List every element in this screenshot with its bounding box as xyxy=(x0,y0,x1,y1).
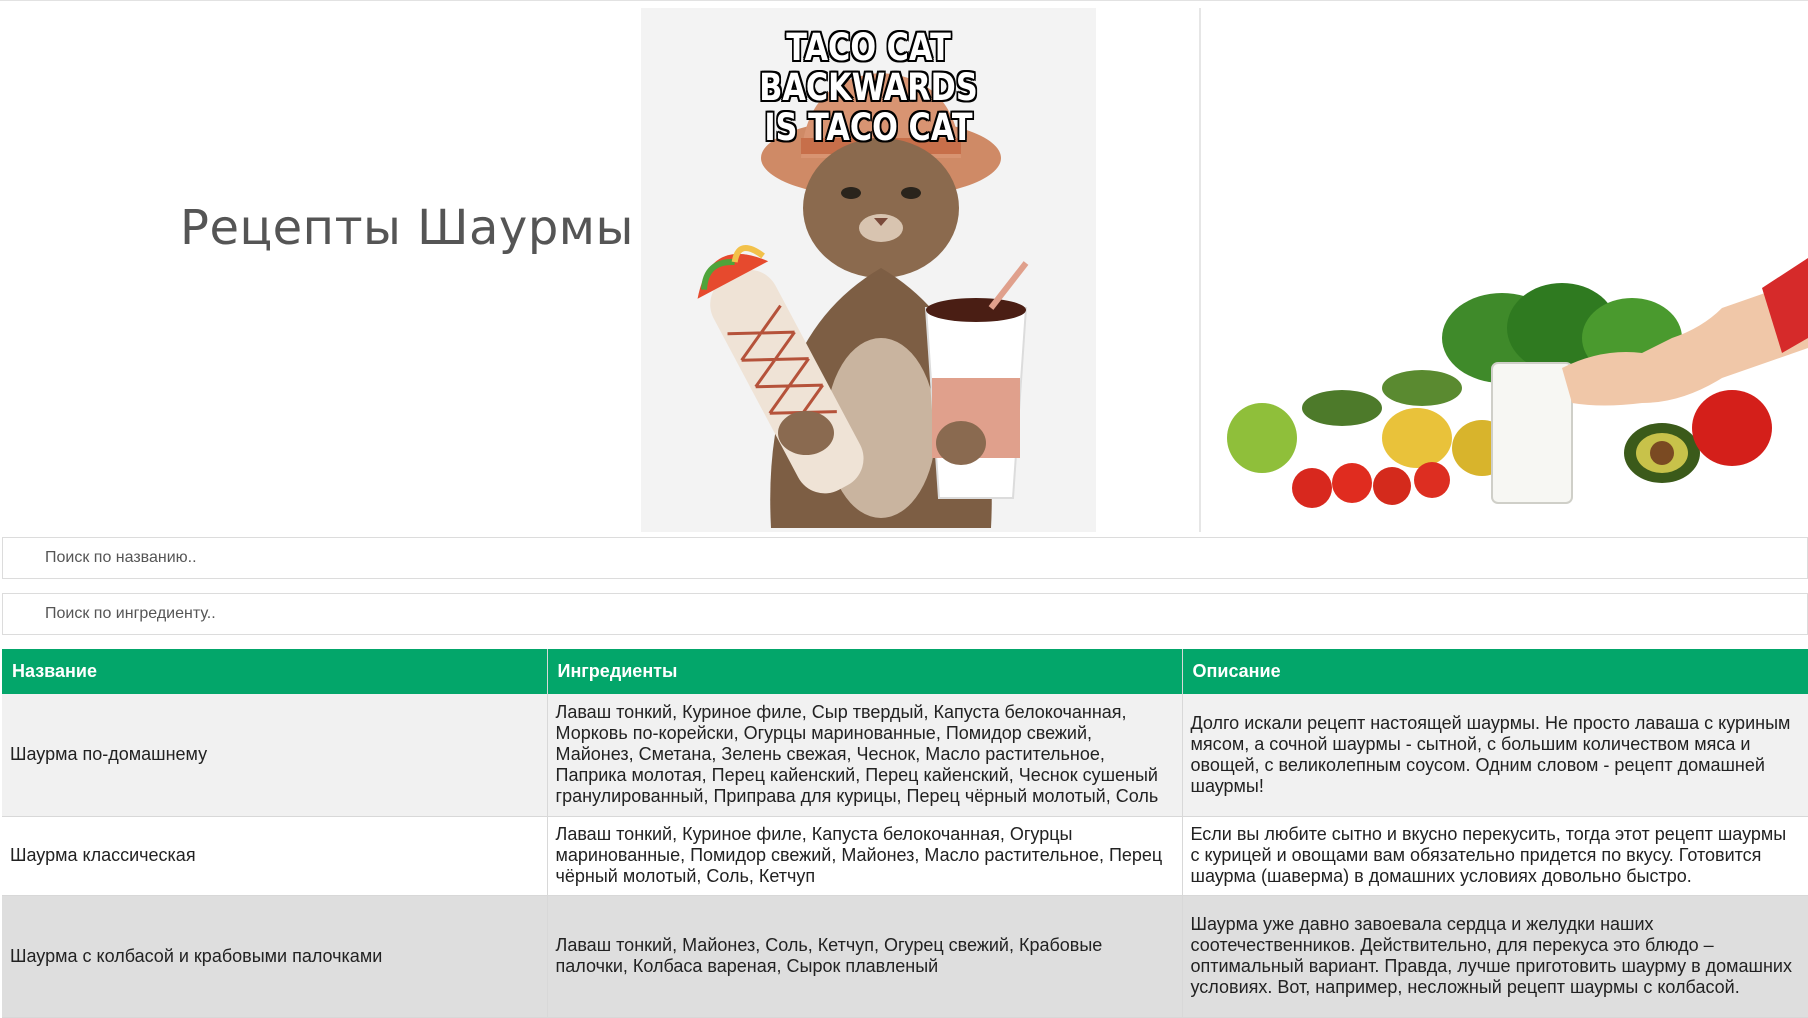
meme-caption: TACO CAT BACKWARDS IS TACO CAT xyxy=(682,28,1055,148)
recipe-ingredients-cell: Лаваш тонкий, Майонез, Соль, Кетчуп, Огу… xyxy=(547,895,1183,1018)
table-row[interactable]: Шаурма классическая Лаваш тонкий, Курино… xyxy=(2,816,1808,896)
recipe-description-cell: Долго искали рецепт настоящей шаурмы. Не… xyxy=(1182,694,1808,817)
column-header-name[interactable]: Название xyxy=(2,649,548,694)
recipe-name-cell: Шаурма по-домашнему xyxy=(2,694,548,817)
search-by-ingredient-input[interactable] xyxy=(2,593,1808,635)
vegetables-illustration xyxy=(1202,8,1808,532)
taco-cat-meme-image: TACO CAT BACKWARDS IS TACO CAT xyxy=(641,8,1096,532)
page-header: Рецепты Шаурмы TACO CAT BACKWARDS IS TAC… xyxy=(0,0,1808,532)
recipes-table: Название Ингредиенты Описание Шаурма по-… xyxy=(2,649,1808,1018)
recipe-ingredients-cell: Лаваш тонкий, Куриное филе, Капуста бело… xyxy=(547,816,1183,896)
recipe-name-cell: Шаурма с колбасой и крабовыми палочками xyxy=(2,895,548,1018)
recipe-name-cell: Шаурма классическая xyxy=(2,816,548,896)
recipe-description-cell: Шаурма уже давно завоевала сердца и желу… xyxy=(1182,895,1808,1018)
column-header-ingredients[interactable]: Ингредиенты xyxy=(547,649,1183,694)
meme-caption-line-2: IS TACO CAT xyxy=(764,106,973,149)
meme-caption-line-1: TACO CAT BACKWARDS xyxy=(759,26,978,109)
recipe-description-cell: Если вы любите сытно и вкусно перекусить… xyxy=(1182,816,1808,896)
table-row[interactable]: Шаурма с колбасой и крабовыми палочками … xyxy=(2,895,1808,1018)
search-by-name-input[interactable] xyxy=(2,537,1808,579)
table-header-row: Название Ингредиенты Описание xyxy=(2,649,1808,694)
image-divider xyxy=(1199,8,1201,532)
table-row[interactable]: Шаурма по-домашнему Лаваш тонкий, Курино… xyxy=(2,694,1808,817)
recipe-ingredients-cell: Лаваш тонкий, Куриное филе, Сыр твердый,… xyxy=(547,694,1183,817)
vegetables-milk-image xyxy=(1202,8,1808,532)
page-title: Рецепты Шаурмы xyxy=(180,200,634,256)
column-header-description[interactable]: Описание xyxy=(1182,649,1808,694)
